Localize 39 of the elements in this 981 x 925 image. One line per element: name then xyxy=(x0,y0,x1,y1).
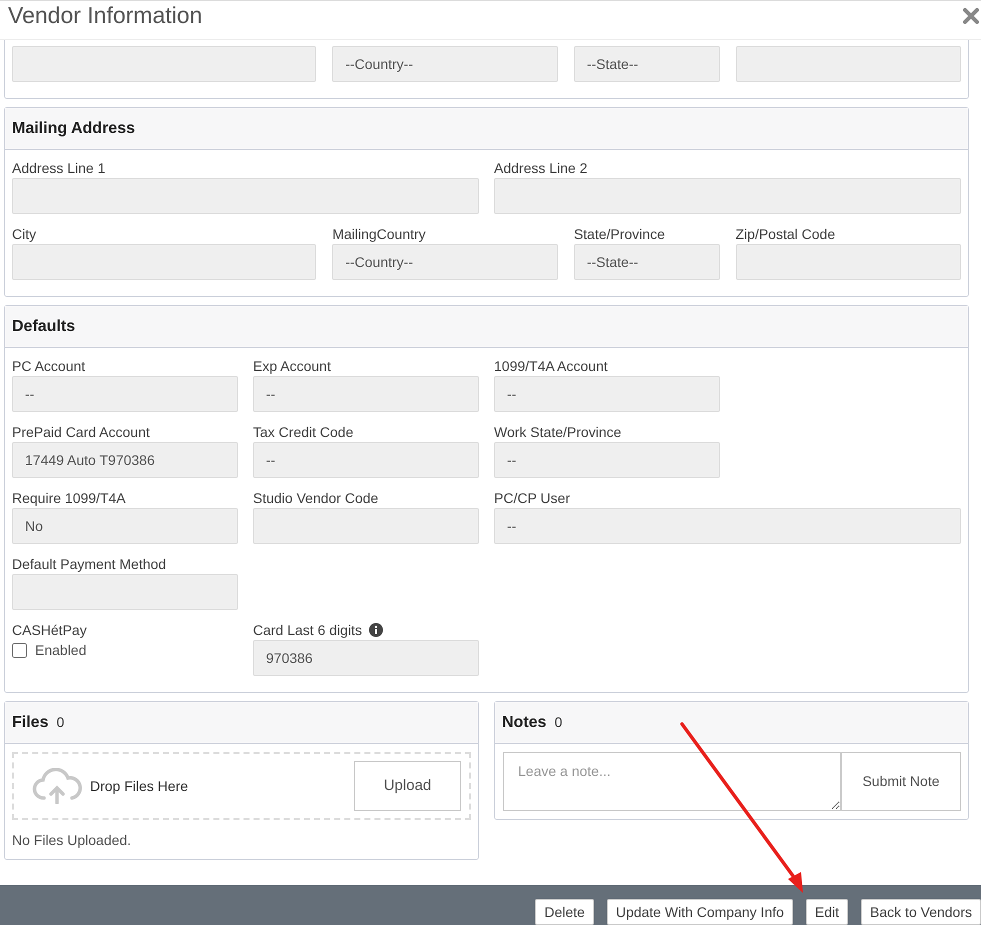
no-files-text: No Files Uploaded. xyxy=(12,831,132,850)
window-title: Vendor Information xyxy=(8,1,202,29)
field-label: Address Line 2 xyxy=(494,159,588,178)
checkbox-label: Enabled xyxy=(35,641,86,660)
field-label: Zip/Postal Code xyxy=(736,225,836,244)
section-title: Notes xyxy=(502,712,546,732)
field-label: MailingCountry xyxy=(332,225,426,244)
file-count: 0 xyxy=(56,713,64,732)
drop-zone[interactable]: Drop Files Here Upload xyxy=(12,752,471,820)
field-label: Studio Vendor Code xyxy=(253,489,378,508)
field-label: Exp Account xyxy=(253,357,331,376)
section-title: Files xyxy=(12,712,48,732)
footer-button[interactable]: Update With Company Info xyxy=(606,899,793,925)
field-label: 1099/T4A Account xyxy=(494,357,608,376)
field-label: Address Line 1 xyxy=(12,159,106,178)
field-label: Require 1099/T4A xyxy=(12,489,126,508)
field-label: Default Payment Method xyxy=(12,555,166,574)
drop-files-text: Drop Files Here xyxy=(90,776,188,796)
field-label: PC Account xyxy=(12,357,86,376)
note-field[interactable]: Leave a note... xyxy=(503,752,841,811)
section-title: Mailing Address xyxy=(12,118,135,138)
footer-button[interactable]: Delete xyxy=(535,899,594,925)
note-count: 0 xyxy=(554,713,562,732)
cloud-upload-icon xyxy=(32,768,82,804)
field-label: Work State/Province xyxy=(494,423,622,442)
checkbox[interactable] xyxy=(12,643,27,658)
field-label: Card Last 6 digits xyxy=(253,621,362,640)
field-label: Tax Credit Code xyxy=(253,423,354,442)
field-label: PrePaid Card Account xyxy=(12,423,150,442)
footer-button[interactable]: Back to Vendors xyxy=(861,899,981,925)
field-label: State/Province xyxy=(574,225,665,244)
upload-button[interactable]: Upload xyxy=(354,761,461,811)
field-label: City xyxy=(12,225,36,244)
section-title: Defaults xyxy=(12,316,76,336)
field-label: CASHétPay xyxy=(12,621,87,640)
submit-note-button[interactable]: Submit Note xyxy=(841,752,961,811)
close-icon[interactable] xyxy=(962,7,980,25)
footer-button[interactable]: Edit xyxy=(806,899,848,925)
field-label: PC/CP User xyxy=(494,489,570,508)
